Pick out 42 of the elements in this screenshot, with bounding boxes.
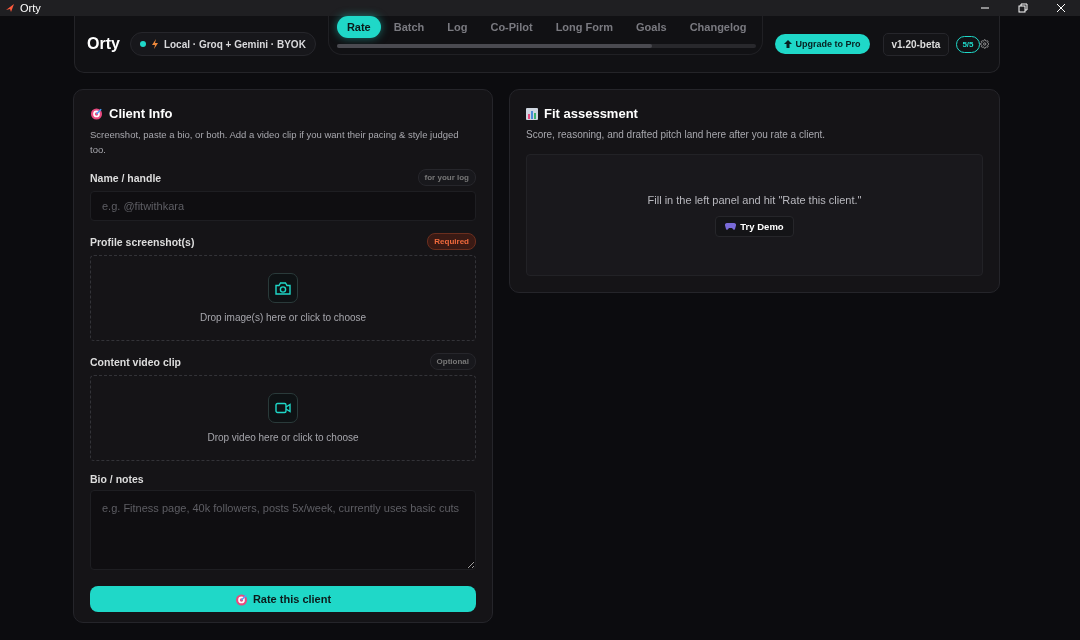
version-label: v1.20-beta xyxy=(882,32,950,56)
nav-tab[interactable]: Long Form xyxy=(545,16,624,38)
panel-description: Screenshot, paste a bio, or both. Add a video clip if you want their pacing & style judged too. xyxy=(90,128,460,157)
field-label: Name / handle xyxy=(90,171,162,184)
name-input-field[interactable]: e.g. @fitwithkara xyxy=(90,191,476,221)
nav-tab[interactable]: Co-Pilot xyxy=(480,16,543,38)
gamepad-icon xyxy=(725,222,737,230)
camera-icon xyxy=(275,281,291,295)
upgrade-button[interactable]: Upgrade to Pro xyxy=(775,34,870,54)
tab-scrollbar[interactable] xyxy=(336,44,757,48)
window-title: Orty xyxy=(20,2,41,14)
try-demo-button[interactable]: Try Demo xyxy=(715,215,794,237)
field-label: Profile screenshot(s) xyxy=(90,235,195,248)
nav-tab[interactable]: Changelog xyxy=(679,16,757,38)
nav-tab[interactable]: Batch xyxy=(383,16,435,38)
empty-state-message: Fill in the left panel and hit "Rate this client." xyxy=(647,193,862,206)
notes-input-field[interactable]: e.g. Fitness page, 40k followers, posts 5x/week, currently uses basic cuts xyxy=(90,490,476,570)
field-tag: for your log xyxy=(417,169,476,186)
panel-title: Client Info xyxy=(109,106,173,121)
nav-tab[interactable]: Log xyxy=(437,16,478,38)
field-label: Bio / notes xyxy=(90,473,144,485)
video-camera-icon xyxy=(275,402,291,414)
file-drop-zone[interactable]: Drop video here or click to choose xyxy=(90,375,476,461)
arrow-up-icon xyxy=(784,40,793,48)
panel-description: Score, reasoning, and drafted pitch land here after you rate a client. xyxy=(526,128,827,142)
drop-zone-hint: Drop video here or click to choose xyxy=(207,432,359,443)
nav-tab[interactable]: Goals xyxy=(626,16,677,38)
field-tag: Required xyxy=(427,233,476,250)
app-logo-icon xyxy=(6,4,14,12)
panel-title: Fit assessment xyxy=(544,106,638,121)
rate-client-button[interactable]: Rate this client xyxy=(90,586,476,612)
bar-chart-icon xyxy=(526,107,538,120)
drop-zone-hint: Drop image(s) here or click to choose xyxy=(199,312,367,323)
field-label: Content video clip xyxy=(90,355,181,368)
app-brand: Orty xyxy=(87,35,120,53)
lightning-icon xyxy=(151,39,158,49)
file-drop-zone[interactable]: Drop image(s) here or click to choose xyxy=(90,255,476,341)
target-icon xyxy=(234,592,248,606)
nav-tab[interactable]: Rate xyxy=(336,16,381,38)
field-tag: Optional xyxy=(429,353,476,370)
provider-status-pill: Local · Groq + Gemini · BYOK xyxy=(129,32,316,56)
target-icon xyxy=(90,107,103,120)
